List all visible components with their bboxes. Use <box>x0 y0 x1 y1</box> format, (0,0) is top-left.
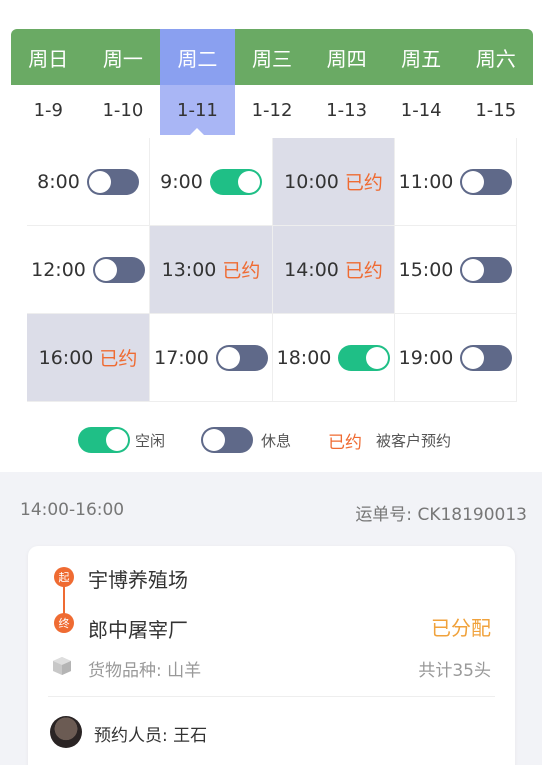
slot-time: 9:00 <box>160 170 203 193</box>
legend-booked-word: 已约 <box>328 433 362 453</box>
origin-name: 宇博养殖场 <box>88 568 188 592</box>
date-monday[interactable]: 1-10 <box>86 85 161 135</box>
slot-1900[interactable]: 19:00 <box>395 314 517 402</box>
date-row: 1-9 1-10 1-11 1-12 1-13 1-14 1-15 <box>11 85 533 135</box>
tab-friday[interactable]: 周五 <box>384 29 459 85</box>
free-toggle[interactable] <box>209 168 262 195</box>
legend-rest-toggle-icon <box>201 427 253 453</box>
divider <box>48 696 495 697</box>
status-badge: 已分配 <box>431 616 491 640</box>
slot-0900[interactable]: 9:00 <box>150 138 273 226</box>
slot-1400[interactable]: 14:00 已约 <box>273 226 395 314</box>
legend-rest-label: 休息 <box>261 432 292 450</box>
cargo-box-icon <box>53 657 71 675</box>
cargo-type: 货物品种: 山羊 <box>88 661 202 681</box>
tab-thursday[interactable]: 周四 <box>309 29 384 85</box>
date-friday[interactable]: 1-14 <box>384 85 459 135</box>
slot-time: 15:00 <box>398 258 454 281</box>
slot-time: 19:00 <box>398 346 454 369</box>
slot-1200[interactable]: 12:00 <box>27 226 150 314</box>
tab-monday[interactable]: 周一 <box>86 29 161 85</box>
date-wednesday[interactable]: 1-12 <box>235 85 310 135</box>
destination-name: 郎中屠宰厂 <box>88 618 188 642</box>
time-slot-grid: 8:00 9:00 10:00 已约 11:00 12:00 13:00 已约 … <box>27 138 517 402</box>
rest-toggle[interactable] <box>460 168 513 195</box>
legend: 空闲 休息 已约 被客户预约 <box>0 420 542 460</box>
legend-free-label: 空闲 <box>135 432 166 450</box>
slot-0800[interactable]: 8:00 <box>27 138 150 226</box>
legend-booked-desc: 被客户预约 <box>376 432 452 450</box>
weekday-header: 周日 周一 周二 周三 周四 周五 周六 <box>11 29 533 85</box>
order-info-row: 14:00-16:00 运单号: CK18190013 <box>20 500 527 525</box>
tab-saturday[interactable]: 周六 <box>458 29 533 85</box>
tab-tuesday[interactable]: 周二 <box>160 29 235 85</box>
rest-toggle[interactable] <box>86 168 139 195</box>
slot-time: 14:00 <box>284 258 339 281</box>
slot-1000[interactable]: 10:00 已约 <box>273 138 395 226</box>
booker-name: 预约人员: 王石 <box>94 726 208 746</box>
rest-toggle[interactable] <box>460 256 513 283</box>
slot-time: 17:00 <box>154 346 209 369</box>
date-thursday[interactable]: 1-13 <box>309 85 384 135</box>
schedule-panel: 周日 周一 周二 周三 周四 周五 周六 1-9 1-10 1-11 1-12 … <box>0 0 542 472</box>
rest-toggle[interactable] <box>460 344 513 371</box>
slot-1300[interactable]: 13:00 已约 <box>150 226 273 314</box>
end-point-icon: 终 <box>54 613 74 633</box>
rest-toggle[interactable] <box>92 256 145 283</box>
rest-toggle[interactable] <box>215 344 268 371</box>
start-point-icon: 起 <box>54 567 74 587</box>
slot-time: 12:00 <box>31 258 86 281</box>
slot-time: 10:00 <box>284 170 339 193</box>
avatar <box>50 716 82 748</box>
booked-label: 已约 <box>99 348 138 370</box>
route-line <box>63 586 65 616</box>
order-time-range: 14:00-16:00 <box>20 500 125 520</box>
slot-1700[interactable]: 17:00 <box>150 314 273 402</box>
free-toggle[interactable] <box>338 344 391 371</box>
slot-1800[interactable]: 18:00 <box>273 314 395 402</box>
slot-time: 16:00 <box>38 346 94 369</box>
slot-1600[interactable]: 16:00 已约 <box>27 314 150 402</box>
date-saturday[interactable]: 1-15 <box>458 85 533 135</box>
slot-1500[interactable]: 15:00 <box>395 226 517 314</box>
slot-time: 8:00 <box>37 170 80 193</box>
waybill-number: 运单号: CK18190013 <box>355 505 527 525</box>
date-tuesday[interactable]: 1-11 <box>160 85 235 135</box>
cargo-count: 共计35头 <box>418 661 491 681</box>
booked-label: 已约 <box>344 172 383 194</box>
legend-free-toggle-icon <box>78 427 130 453</box>
tab-wednesday[interactable]: 周三 <box>235 29 310 85</box>
slot-time: 13:00 <box>161 258 217 281</box>
slot-1100[interactable]: 11:00 <box>395 138 517 226</box>
slot-time: 11:00 <box>398 170 454 193</box>
order-card[interactable]: 起 终 宇博养殖场 郎中屠宰厂 已分配 货物品种: 山羊 共计35头 预约人员:… <box>28 546 515 765</box>
booked-label: 已约 <box>344 260 383 282</box>
tab-sunday[interactable]: 周日 <box>11 29 86 85</box>
date-sunday[interactable]: 1-9 <box>11 85 86 135</box>
slot-time: 18:00 <box>276 346 332 369</box>
booked-label: 已约 <box>222 260 261 282</box>
